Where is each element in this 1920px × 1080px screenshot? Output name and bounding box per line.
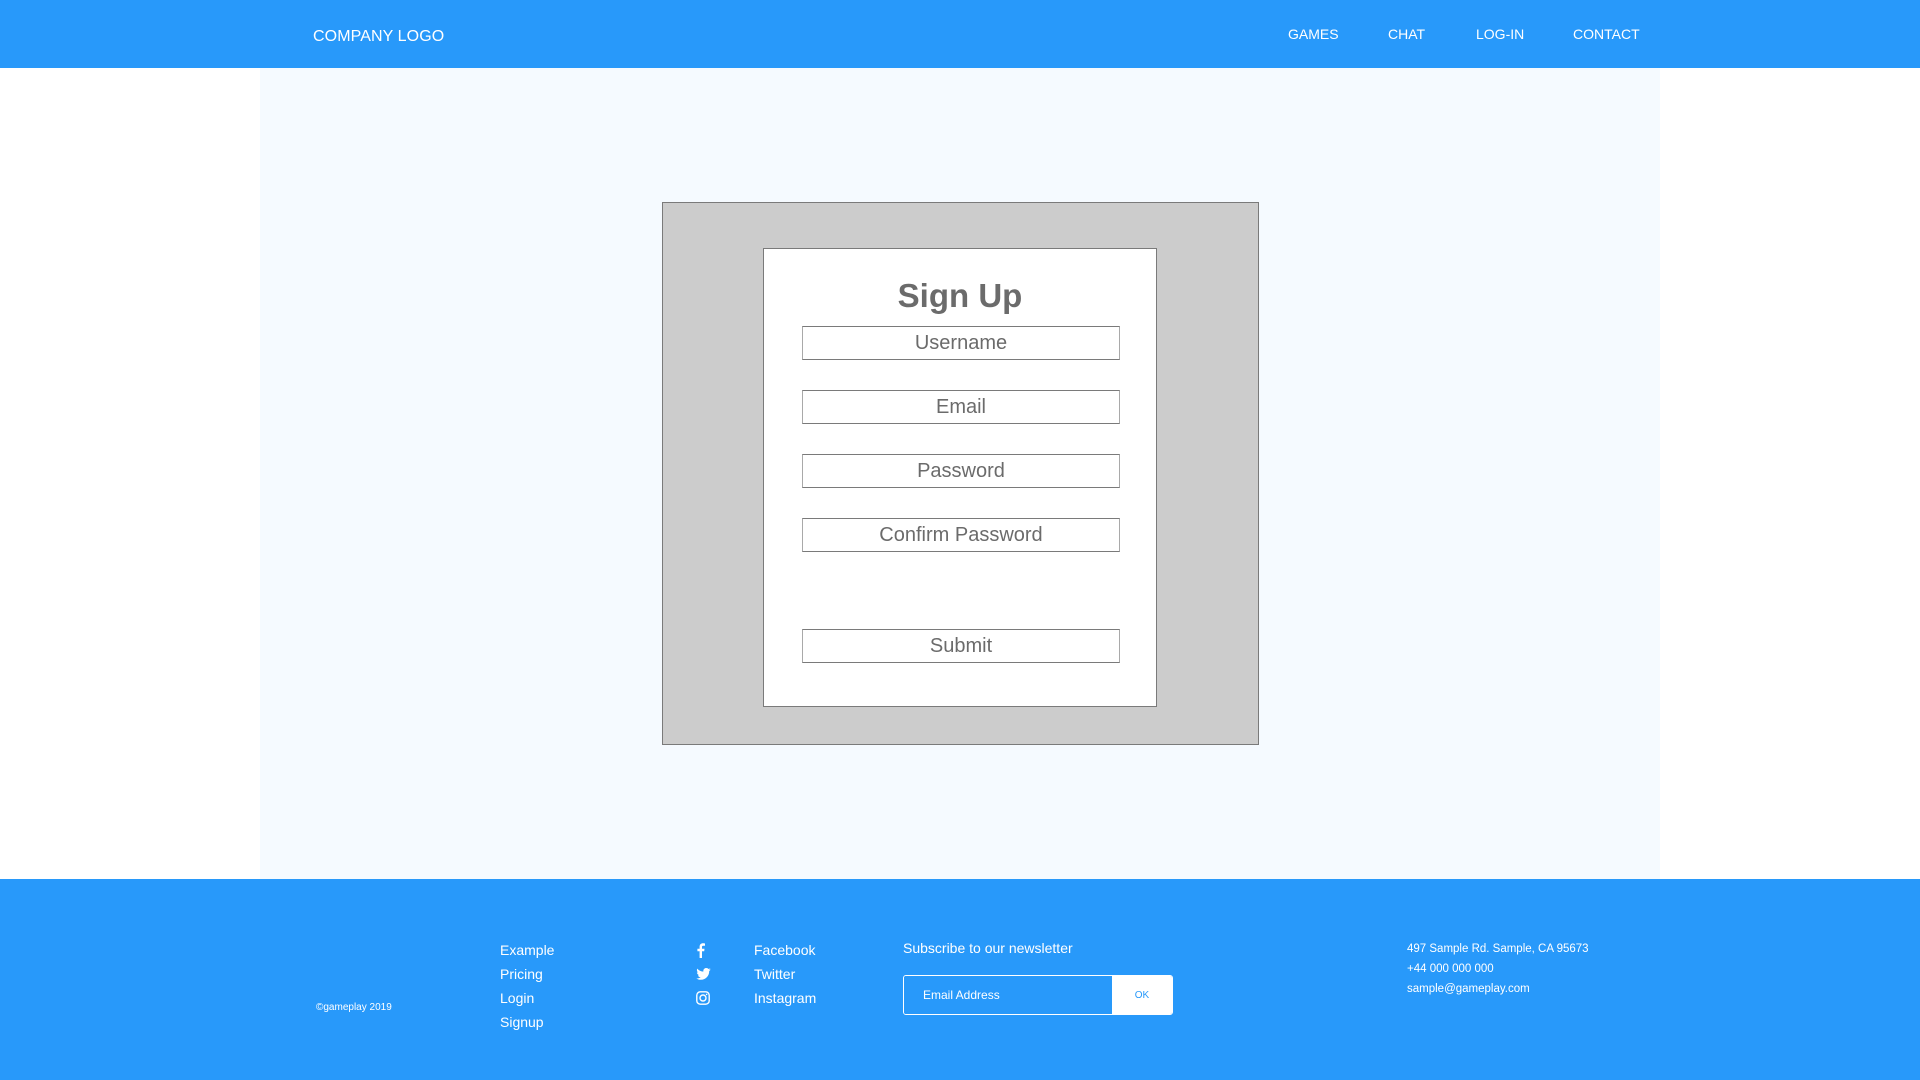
social-instagram[interactable]: Instagram xyxy=(696,986,816,1010)
footer-links: Example Pricing Login Signup xyxy=(500,938,554,1034)
twitter-icon xyxy=(696,962,716,986)
confirm-password-input[interactable] xyxy=(802,518,1120,552)
top-nav-bar: COMPANY LOGO GAMES CHAT LOG-IN CONTACT xyxy=(0,0,1920,68)
social-facebook[interactable]: Facebook xyxy=(696,938,816,962)
footer-link-signup[interactable]: Signup xyxy=(500,1010,554,1034)
username-input[interactable] xyxy=(802,326,1120,360)
footer-link-example[interactable]: Example xyxy=(500,938,554,962)
submit-button[interactable]: Submit xyxy=(802,629,1120,663)
contact-info: 497 Sample Rd. Sample, CA 95673 +44 000 … xyxy=(1407,939,1589,999)
main-nav: GAMES CHAT LOG-IN CONTACT xyxy=(0,26,1920,46)
footer-link-login[interactable]: Login xyxy=(500,986,554,1010)
nav-log-in[interactable]: LOG-IN xyxy=(1476,26,1524,42)
facebook-label: Facebook xyxy=(754,942,816,958)
footer: ©gameplay 2019 Example Pricing Login Sig… xyxy=(0,879,1920,1080)
instagram-icon xyxy=(696,986,716,1010)
newsletter-email-input[interactable] xyxy=(904,976,1112,1014)
footer-link-pricing[interactable]: Pricing xyxy=(500,962,554,986)
instagram-label: Instagram xyxy=(754,990,817,1006)
contact-email[interactable]: sample@gameplay.com xyxy=(1407,979,1589,999)
facebook-icon xyxy=(696,938,716,962)
twitter-label: Twitter xyxy=(754,966,796,982)
social-twitter[interactable]: Twitter xyxy=(696,962,816,986)
copyright-text: ©gameplay 2019 xyxy=(316,1002,392,1013)
newsletter-form: OK xyxy=(903,975,1173,1015)
contact-address: 497 Sample Rd. Sample, CA 95673 xyxy=(1407,943,1589,955)
newsletter-ok-button[interactable]: OK xyxy=(1112,976,1172,1014)
newsletter-title: Subscribe to our newsletter xyxy=(903,940,1073,956)
signup-form: Sign Up Submit xyxy=(763,248,1157,707)
nav-contact[interactable]: CONTACT xyxy=(1573,26,1640,42)
nav-chat[interactable]: CHAT xyxy=(1388,26,1425,42)
password-input[interactable] xyxy=(802,454,1120,488)
signup-title: Sign Up xyxy=(897,277,1023,314)
nav-games[interactable]: GAMES xyxy=(1288,26,1339,42)
social-links: Facebook Twitter Instagram xyxy=(696,938,816,1010)
contact-phone: +44 000 000 000 xyxy=(1407,963,1494,975)
email-input[interactable] xyxy=(802,390,1120,424)
